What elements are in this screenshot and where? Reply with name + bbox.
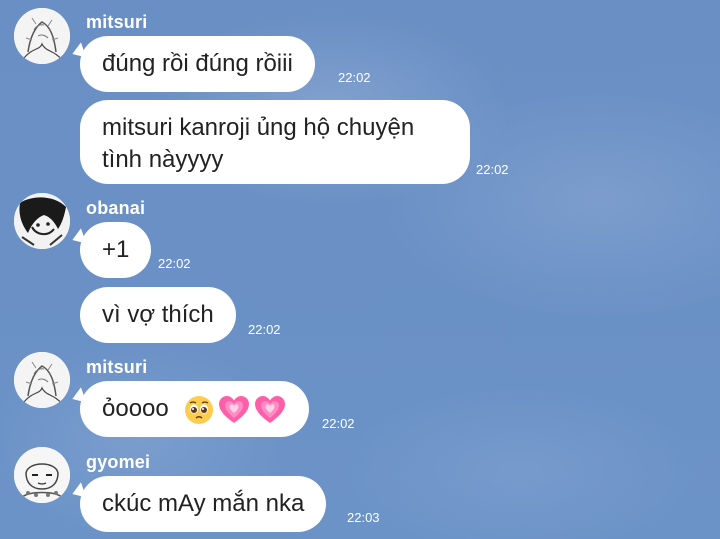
avatar-mitsuri[interactable]	[14, 8, 70, 64]
emoji-row	[183, 394, 287, 426]
message-bubble[interactable]: đúng rồi đúng rồiii	[80, 36, 315, 92]
message-text: vì vợ thích	[102, 301, 214, 328]
message-bubble[interactable]: ỏoooo	[80, 381, 310, 437]
pleading-face-icon	[185, 395, 214, 424]
message-bubble[interactable]: mitsuri kanroji ủng hộ chuyện tình nàyyy…	[80, 100, 470, 184]
message-time: 22:02	[158, 256, 191, 271]
sender-name: gyomei	[86, 452, 151, 472]
chat-window: mitsuri đúng rồi đúng rồiii 22:02 mitsur…	[0, 0, 720, 539]
message-text: +1	[102, 236, 130, 263]
message-text: mitsuri kanroji ủng hộ chuyện tình nàyyy…	[102, 114, 415, 173]
growing-heart-icon	[219, 395, 250, 423]
message-text: ckúc mAy mắn nka	[102, 490, 305, 517]
message-time: 22:02	[322, 416, 355, 431]
message-bubble[interactable]: +1	[80, 222, 152, 278]
sender-name: obanai	[86, 198, 146, 218]
message-time: 22:03	[347, 510, 380, 525]
growing-heart-icon	[255, 395, 286, 423]
sender-name: mitsuri	[86, 357, 148, 377]
message-text: đúng rồi đúng rồiii	[102, 50, 293, 77]
message-time: 22:02	[476, 162, 509, 177]
message-bubble[interactable]: vì vợ thích	[80, 287, 236, 343]
avatar-mitsuri[interactable]	[14, 352, 70, 408]
message-time: 22:02	[248, 322, 281, 337]
message-time: 22:02	[338, 70, 371, 85]
sender-name: mitsuri	[86, 12, 148, 32]
avatar-gyomei[interactable]	[14, 447, 70, 503]
message-bubble[interactable]: ckúc mAy mắn nka	[80, 476, 327, 532]
message-text: ỏoooo	[102, 395, 169, 422]
avatar-obanai[interactable]	[14, 193, 70, 249]
